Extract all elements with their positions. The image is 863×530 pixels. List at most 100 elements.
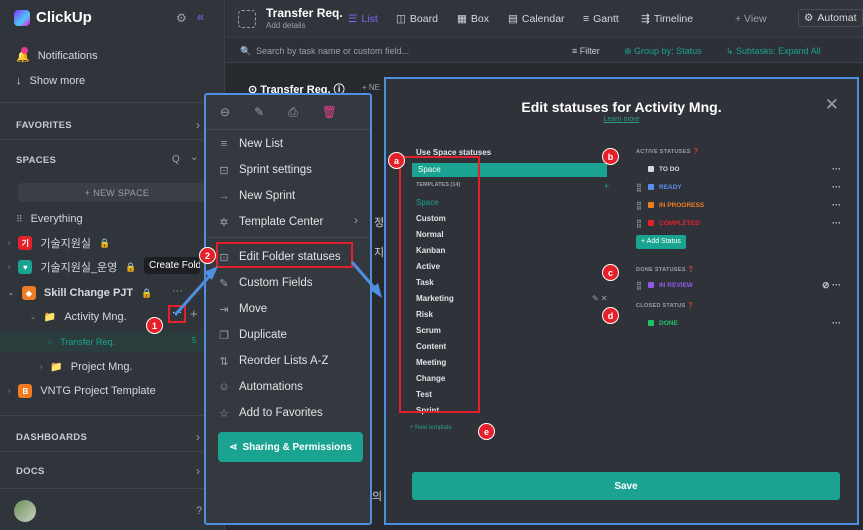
tab-timeline[interactable]: ⇶ Timeline (641, 13, 693, 25)
spaces-section[interactable]: SPACES (16, 151, 214, 169)
annotation-badge-2: 2 (199, 247, 216, 264)
menu-automations[interactable]: ☺ Automations (218, 378, 303, 396)
color-icon[interactable]: ⎙ (288, 105, 298, 120)
page-title[interactable]: Transfer Req. (266, 6, 343, 20)
status-row[interactable]: ⣿ IN REVIEW ⊘ ··· (636, 278, 841, 292)
rename-icon[interactable]: ✎ (254, 105, 264, 120)
collapse-sidebar-icon[interactable]: « (197, 9, 204, 24)
status-color-icon[interactable] (648, 282, 654, 288)
edit-template-icon[interactable]: ✎ ✕ (592, 294, 608, 303)
help-icon[interactable]: ? (196, 505, 202, 517)
menu-sprint-settings[interactable]: ⊡ Sprint settings (218, 161, 311, 179)
status-name: IN REVIEW (659, 281, 693, 289)
more-icon[interactable]: ··· (832, 200, 841, 210)
chevron-right-icon[interactable]: › (196, 118, 200, 132)
menu-reorder[interactable]: ⇅ Reorder Lists A-Z (218, 352, 328, 370)
tab-board[interactable]: ◫ Board (396, 13, 438, 25)
everything-item[interactable]: ⠿ Everything (16, 210, 214, 228)
sidebar: ClickUp ⚙ « 🔔 Notifications ↓ Show more … (0, 0, 225, 530)
space-item-3[interactable]: ⌄ ◆ Skill Change PJT 🔒 (8, 284, 214, 302)
menu-template-center[interactable]: ✲ Template Center (218, 213, 323, 231)
menu-new-list[interactable]: ≡ New List (218, 135, 283, 153)
menu-new-sprint[interactable]: → New Sprint (218, 187, 296, 205)
tab-calendar[interactable]: ▤ Calendar (508, 13, 565, 25)
arrow-right-icon: → (218, 190, 230, 202)
status-color-icon[interactable] (648, 166, 654, 172)
folder-context-menu: ⊖ ✎ ⎙ 🗑 ≡ New List ⊡ Sprint settings → New … (204, 93, 372, 525)
folder-more-button[interactable]: ··· (168, 305, 186, 323)
grid-icon: ⠿ (16, 213, 23, 224)
automate-button[interactable]: ⚙ Automat (798, 9, 863, 27)
list-add-icon: ≡ (220, 138, 228, 150)
menu-label: Template Center (239, 216, 324, 228)
status-row[interactable]: ⣿ COMPLETED ··· (636, 216, 841, 230)
tab-label: Gantt (593, 13, 619, 25)
sort-icon: ⇅ (219, 355, 229, 368)
search-icon[interactable]: Q (172, 154, 180, 165)
space-item-1[interactable]: › 기 기술지원실 🔒 (8, 234, 214, 252)
plus-icon[interactable]: + (190, 306, 198, 321)
settings-icon[interactable]: ⚙ (176, 11, 187, 25)
more-icon[interactable]: ··· (832, 164, 841, 174)
notifications-item[interactable]: 🔔 Notifications (16, 46, 214, 65)
chevron-down-icon[interactable]: ⌄ (190, 152, 198, 163)
row-fragment: 지 (374, 247, 385, 259)
app-logo[interactable]: ClickUp (14, 9, 92, 26)
menu-label: Add to Favorites (239, 407, 323, 419)
box-icon: ▦ (457, 13, 467, 25)
status-row[interactable]: TO DO ··· (636, 162, 841, 176)
search-input[interactable]: Search by task name or custom field... (256, 46, 409, 56)
add-template-icon[interactable]: + (604, 181, 609, 191)
menu-duplicate[interactable]: ❐ Duplicate (218, 326, 287, 344)
menu-add-favorites[interactable]: ☆ Add to Favorites (218, 404, 323, 422)
more-icon[interactable]: ··· (832, 218, 841, 228)
status-color-icon[interactable] (648, 320, 654, 326)
learn-more-link[interactable]: Learn more (386, 116, 857, 123)
favorites-section[interactable]: FAVORITES (16, 116, 214, 134)
status-row[interactable]: ⣿ READY ··· (636, 180, 841, 194)
space-item-4[interactable]: › B VNTG Project Template (8, 382, 214, 400)
add-status-button[interactable]: + Add Status (636, 235, 686, 249)
chevron-right-icon[interactable]: › (196, 464, 200, 478)
dashboards-section[interactable]: DASHBOARDS (16, 428, 214, 446)
add-details-link[interactable]: Add details (266, 21, 306, 30)
avatar[interactable] (14, 500, 36, 522)
space-label: Skill Change PJT (43, 287, 134, 299)
menu-custom-fields[interactable]: ✎ Custom Fields (218, 274, 312, 292)
status-color-icon[interactable] (648, 220, 654, 226)
new-space-button[interactable]: + NEW SPACE (18, 183, 216, 202)
list-transfer[interactable]: ○ Transfer Req. (48, 333, 214, 351)
more-icon[interactable]: ··· (832, 318, 841, 328)
more-icon[interactable]: ⊘ ··· (822, 280, 841, 291)
tab-box[interactable]: ▦ Box (457, 13, 489, 25)
share-label: Sharing & Permissions (242, 441, 352, 453)
more-icon[interactable]: ··· (172, 285, 183, 297)
filter-button[interactable]: ≡ Filter (572, 46, 600, 56)
list-count: 5 (192, 336, 197, 345)
show-more-item[interactable]: ↓ Show more (16, 72, 214, 90)
folder-activity[interactable]: ⌄ 📁 Activity Mng. (30, 308, 214, 326)
subtasks-button[interactable]: ↳ Subtasks: Expand All (726, 46, 821, 57)
status-row[interactable]: DONE ··· (636, 316, 841, 330)
close-icon[interactable]: ✕ (825, 95, 839, 115)
link-icon[interactable]: ⊖ (220, 105, 230, 120)
tab-gantt[interactable]: ≡ Gantt (583, 13, 619, 25)
group-by-button[interactable]: ⊕ Group by: Status (624, 46, 702, 57)
chevron-right-icon[interactable]: › (196, 430, 200, 444)
status-color-icon[interactable] (648, 184, 654, 190)
tab-list[interactable]: ☰ List (348, 13, 378, 25)
folder-project[interactable]: › 📁 Project Mng. (40, 358, 214, 376)
menu-move[interactable]: ⇥ Move (218, 300, 267, 318)
trash-icon[interactable]: 🗑 (322, 105, 337, 120)
annotation-badge-e: e (478, 423, 495, 440)
status-color-icon[interactable] (648, 202, 654, 208)
sharing-permissions-button[interactable]: ⋖ Sharing & Permissions (218, 432, 363, 462)
save-button[interactable]: Save (412, 472, 840, 500)
more-icon[interactable]: ··· (832, 182, 841, 192)
space-label: 기술지원실 (40, 238, 91, 250)
new-template-link[interactable]: + New template (410, 425, 452, 431)
docs-section[interactable]: DOCS (16, 462, 214, 480)
status-row[interactable]: ⣿ IN PROGRESS ··· (636, 198, 841, 212)
menu-label: Reorder Lists A-Z (239, 355, 329, 367)
add-view-button[interactable]: + View (735, 13, 767, 25)
